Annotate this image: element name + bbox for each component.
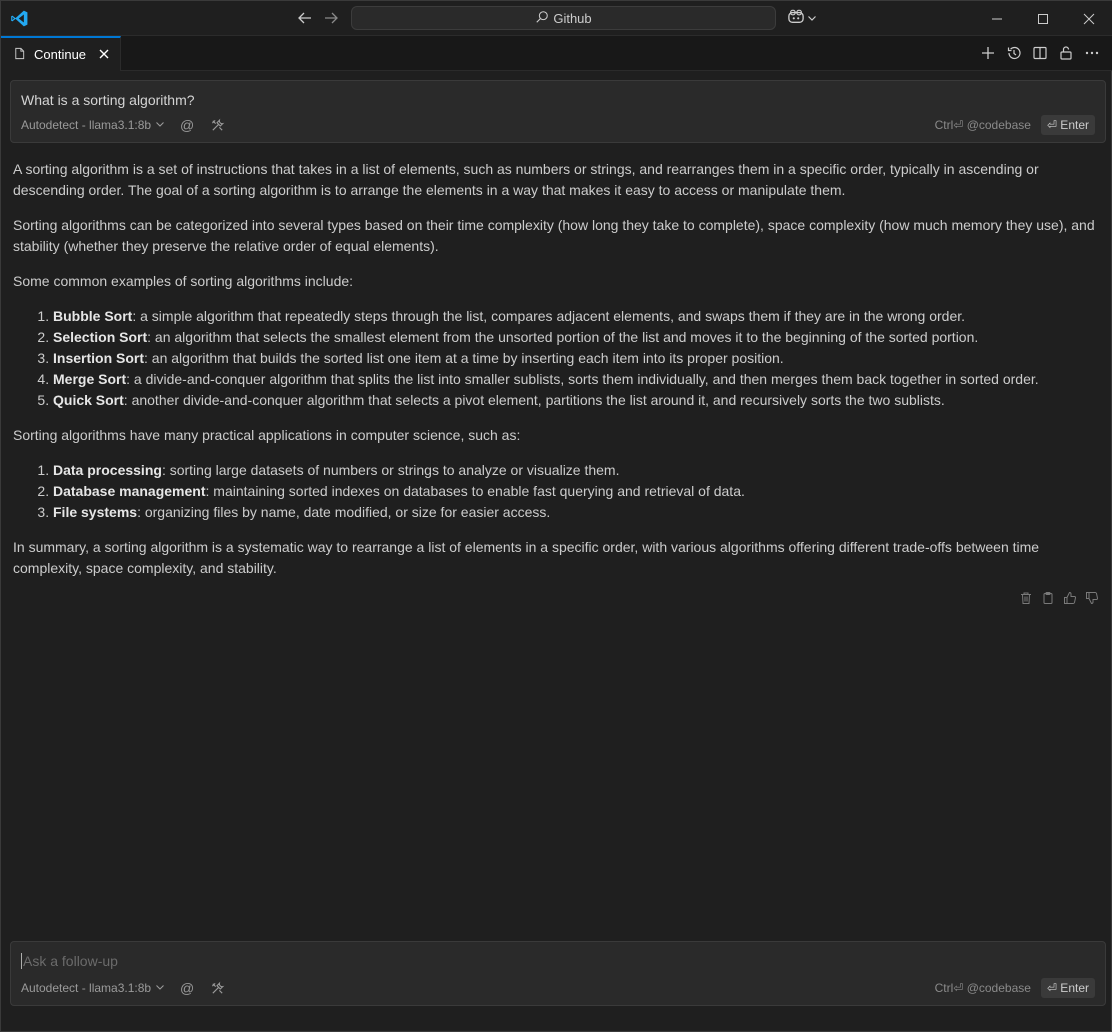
split-editor-icon[interactable]: [1031, 44, 1049, 62]
thumbs-down-icon[interactable]: [1085, 591, 1099, 605]
list-item: Insertion Sort: an algorithm that builds…: [53, 348, 1103, 369]
editor-tab-bar: Continue: [1, 36, 1112, 71]
back-arrow-icon[interactable]: [295, 8, 315, 28]
unlock-icon[interactable]: [1057, 44, 1075, 62]
input-footer: Autodetect - llama3.1:8b @ Ctrl⏎ @codeba…: [21, 115, 1095, 135]
new-session-plus-icon[interactable]: [979, 44, 997, 62]
codebase-shortcut[interactable]: Ctrl⏎ @codebase: [935, 981, 1031, 995]
vscode-logo-icon: [10, 9, 29, 28]
file-icon: [13, 47, 26, 63]
maximize-button[interactable]: [1020, 1, 1066, 36]
follow-up-input-box[interactable]: Ask a follow-up Autodetect - llama3.1:8b…: [10, 941, 1106, 1006]
title-bar: Github: [1, 1, 1112, 36]
model-label: Autodetect - llama3.1:8b: [21, 981, 152, 995]
tab-label: Continue: [34, 47, 87, 62]
response-paragraph: Sorting algorithms have many practical a…: [13, 427, 521, 443]
tab-actions: [979, 44, 1101, 62]
follow-up-input[interactable]: Ask a follow-up: [21, 953, 118, 969]
chevron-down-icon: [155, 118, 165, 132]
command-center-text: Github: [553, 10, 592, 26]
enter-button[interactable]: ⏎ Enter: [1040, 978, 1095, 998]
model-label: Autodetect - llama3.1:8b: [21, 118, 152, 132]
model-selector[interactable]: Autodetect - llama3.1:8b: [21, 118, 165, 132]
list-item: Quick Sort: another divide-and-conquer a…: [53, 390, 1103, 411]
response-paragraph: Sorting algorithms can be categorized in…: [13, 217, 1095, 254]
trash-icon[interactable]: [1019, 591, 1033, 605]
applications-list: Data processing: sorting large datasets …: [53, 460, 1103, 523]
response-paragraph: A sorting algorithm is a set of instruct…: [13, 161, 1039, 198]
list-item: Bubble Sort: a simple algorithm that rep…: [53, 306, 1103, 327]
close-icon[interactable]: [96, 46, 112, 62]
at-mention-icon[interactable]: @: [179, 980, 195, 996]
input-shortcuts: Ctrl⏎ @codebase ⏎ Enter: [935, 115, 1095, 135]
tools-icon[interactable]: [209, 980, 225, 996]
message-actions: [1019, 591, 1099, 605]
copilot-icon: [787, 9, 805, 28]
assistant-response: A sorting algorithm is a set of instruct…: [13, 159, 1103, 593]
model-selector[interactable]: Autodetect - llama3.1:8b: [21, 981, 165, 995]
copilot-menu-button[interactable]: [787, 8, 821, 28]
algorithm-list: Bubble Sort: a simple algorithm that rep…: [53, 306, 1103, 411]
list-item: Merge Sort: a divide-and-conquer algorit…: [53, 369, 1103, 390]
thumbs-up-icon[interactable]: [1063, 591, 1077, 605]
list-item: Database management: maintaining sorted …: [53, 481, 1103, 502]
response-paragraph: Some common examples of sorting algorith…: [13, 273, 354, 289]
chevron-down-icon: [807, 11, 817, 26]
question-text[interactable]: What is a sorting algorithm?: [21, 92, 195, 108]
input-shortcuts: Ctrl⏎ @codebase ⏎ Enter: [935, 978, 1095, 998]
chevron-down-icon: [155, 981, 165, 995]
list-item: File systems: organizing files by name, …: [53, 502, 1103, 523]
forward-arrow-icon[interactable]: [321, 8, 341, 28]
question-input-box[interactable]: What is a sorting algorithm? Autodetect …: [10, 80, 1106, 143]
minimize-button[interactable]: [974, 1, 1020, 36]
response-paragraph: In summary, a sorting algorithm is a sys…: [13, 539, 1040, 576]
search-icon: [535, 10, 549, 27]
copy-icon[interactable]: [1041, 591, 1055, 605]
at-mention-icon[interactable]: @: [179, 117, 195, 133]
list-item: Selection Sort: an algorithm that select…: [53, 327, 1103, 348]
list-item: Data processing: sorting large datasets …: [53, 460, 1103, 481]
input-footer: Autodetect - llama3.1:8b @ Ctrl⏎ @codeba…: [21, 978, 1095, 998]
more-actions-icon[interactable]: [1083, 44, 1101, 62]
tools-icon[interactable]: [209, 117, 225, 133]
command-center-search[interactable]: Github: [351, 6, 776, 30]
window-frame: Github Continue What is a sorting algori…: [0, 0, 1112, 1032]
codebase-shortcut[interactable]: Ctrl⏎ @codebase: [935, 118, 1031, 132]
close-window-button[interactable]: [1066, 1, 1112, 36]
enter-button[interactable]: ⏎ Enter: [1040, 115, 1095, 135]
tab-continue[interactable]: Continue: [1, 36, 121, 71]
history-icon[interactable]: [1005, 44, 1023, 62]
